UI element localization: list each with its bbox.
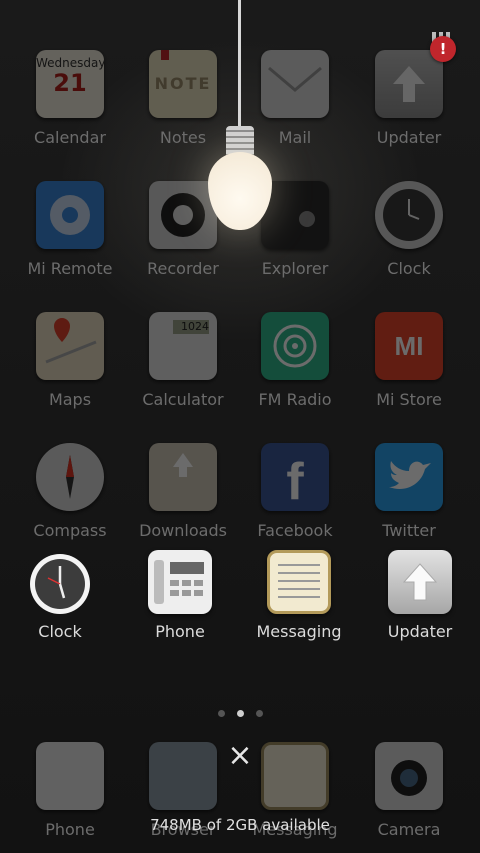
notes-icon: NOTE: [149, 50, 217, 118]
app-calculator[interactable]: 1024 Calculator: [128, 312, 238, 409]
camera-icon: [375, 742, 443, 810]
browser-icon: [149, 742, 217, 810]
lamp-cord: [238, 0, 241, 128]
app-label: Clock: [38, 622, 82, 641]
app-label: Mi Remote: [27, 259, 113, 278]
notes-icon-text: NOTE: [154, 74, 212, 93]
app-updater[interactable]: Updater: [354, 50, 464, 147]
app-compass[interactable]: Compass: [15, 443, 125, 540]
app-label: Updater: [387, 622, 453, 641]
app-mi-store[interactable]: MI Mi Store: [354, 312, 464, 409]
close-recents-button[interactable]: ×: [226, 741, 254, 771]
app-label: Facebook: [257, 521, 333, 540]
app-label: Clock: [387, 259, 431, 278]
app-label: Mi Store: [376, 390, 442, 409]
recent-app-messaging[interactable]: Messaging: [244, 550, 354, 641]
page-dot[interactable]: [217, 710, 225, 717]
page-dot[interactable]: [255, 710, 263, 717]
downloads-icon: [149, 443, 217, 511]
app-label: Compass: [33, 521, 107, 540]
app-label: FM Radio: [258, 390, 332, 409]
recent-app-updater[interactable]: Updater: [365, 550, 475, 641]
app-label: Messaging: [256, 622, 342, 641]
app-notes[interactable]: NOTE Notes: [128, 50, 238, 147]
calendar-day: Wednesday: [36, 56, 104, 70]
app-label: Twitter: [382, 521, 436, 540]
app-mi-remote[interactable]: Mi Remote: [15, 181, 125, 278]
recorder-icon: [149, 181, 217, 249]
app-label: Recorder: [147, 259, 219, 278]
twitter-icon: [375, 443, 443, 511]
app-maps[interactable]: Maps: [15, 312, 125, 409]
app-label: Calculator: [142, 390, 224, 409]
app-label: Calendar: [34, 128, 106, 147]
app-mail[interactable]: Mail: [240, 50, 350, 147]
clock-icon: [28, 550, 92, 614]
app-label: Updater: [376, 128, 442, 147]
app-label: Downloads: [139, 521, 227, 540]
fm-radio-icon: [261, 312, 329, 380]
app-twitter[interactable]: Twitter: [354, 443, 464, 540]
mi-logo: MI: [394, 330, 424, 361]
app-label: Maps: [48, 390, 92, 409]
app-facebook[interactable]: f Facebook: [240, 443, 350, 540]
page-indicator: [0, 702, 480, 721]
bookmark-icon: [161, 50, 169, 60]
updater-icon: [388, 550, 452, 614]
compass-icon: [36, 443, 104, 511]
app-fm-radio[interactable]: FM Radio: [240, 312, 350, 409]
app-label: Mail: [278, 128, 312, 147]
app-downloads[interactable]: Downloads: [128, 443, 238, 540]
recent-app-clock[interactable]: Clock: [5, 550, 115, 641]
memory-available-text: 748MB of 2GB available: [150, 816, 330, 834]
calendar-icon: Wednesday 21: [36, 50, 104, 118]
mi-store-icon: MI: [375, 312, 443, 380]
app-label: Notes: [159, 128, 207, 147]
app-label: Explorer: [261, 259, 329, 278]
phone-icon: [148, 550, 212, 614]
mi-remote-icon: [36, 181, 104, 249]
mail-icon: [261, 50, 329, 118]
updater-icon: [375, 50, 443, 118]
calculator-icon: 1024: [149, 312, 217, 380]
app-label: Phone: [155, 622, 205, 641]
notification-badge: !: [430, 36, 456, 62]
app-clock[interactable]: Clock: [354, 181, 464, 278]
app-calendar[interactable]: Wednesday 21 Calendar: [15, 50, 125, 147]
messaging-icon: [267, 550, 331, 614]
clock-icon: [375, 181, 443, 249]
phone-icon: [36, 742, 104, 810]
messaging-icon: [261, 742, 329, 810]
page-dot-active[interactable]: [236, 710, 244, 717]
maps-icon: [36, 312, 104, 380]
calendar-date: 21: [53, 69, 87, 97]
facebook-logo: f: [286, 453, 304, 511]
facebook-icon: f: [261, 443, 329, 511]
recent-app-phone[interactable]: Phone: [125, 550, 235, 641]
calculator-display: 1024: [173, 320, 209, 334]
